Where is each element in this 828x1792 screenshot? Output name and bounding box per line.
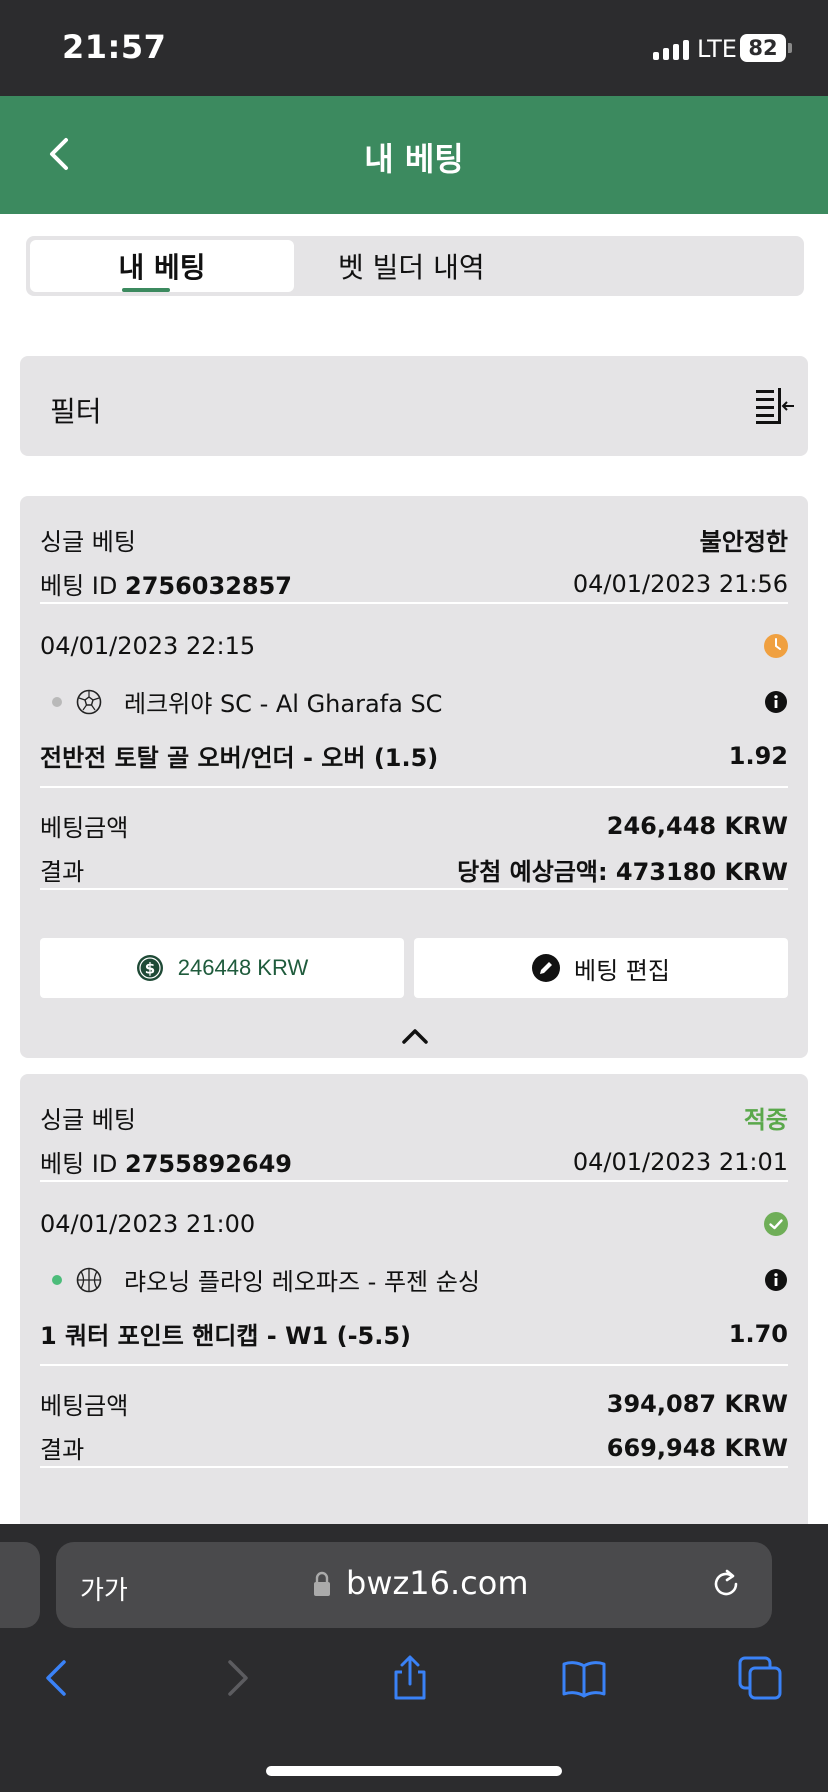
bet-id-label: 베팅 ID bbox=[40, 1150, 118, 1178]
check-circle-icon bbox=[764, 1212, 788, 1236]
filter-label: 필터 bbox=[50, 395, 102, 428]
odds: 1.70 bbox=[728, 1319, 788, 1348]
event-status-dot bbox=[52, 1274, 62, 1285]
result-value: 당첨 예상금액: 473180 KRW bbox=[457, 858, 788, 886]
bet-status: 적중 bbox=[743, 1106, 788, 1134]
filter-icon[interactable] bbox=[754, 386, 798, 426]
bet-placed-time: 04/01/2023 21:01 bbox=[572, 1147, 788, 1176]
text-size-button[interactable]: 가가 bbox=[80, 1570, 128, 1607]
divider bbox=[40, 888, 788, 890]
battery-icon: 82 bbox=[740, 34, 786, 62]
status-time: 21:57 bbox=[62, 28, 167, 66]
bet-card: 싱글 베팅 적중 베팅 ID 2755892649 04/01/2023 21:… bbox=[20, 1074, 808, 1524]
divider bbox=[40, 1364, 788, 1366]
share-icon[interactable] bbox=[386, 1654, 434, 1702]
stake-value: 246,448 KRW bbox=[606, 811, 788, 840]
reload-icon[interactable] bbox=[708, 1566, 744, 1602]
dollar-coin-icon: $ bbox=[136, 955, 163, 981]
home-indicator bbox=[266, 1766, 562, 1776]
address-bar[interactable]: 가가 bwz16.com bbox=[56, 1542, 772, 1628]
market-name: 1 쿼터 포인트 핸디캡 - W1 (-5.5) bbox=[40, 1322, 412, 1350]
forward-icon[interactable] bbox=[212, 1654, 260, 1702]
edit-bet-label: 베팅 편집 bbox=[574, 956, 670, 985]
divider bbox=[40, 1466, 788, 1468]
result-label: 결과 bbox=[40, 1436, 85, 1464]
bet-placed-time: 04/01/2023 21:56 bbox=[572, 569, 788, 598]
bookmarks-icon[interactable] bbox=[560, 1654, 608, 1702]
bet-type: 싱글 베팅 bbox=[40, 1106, 136, 1134]
divider bbox=[40, 786, 788, 788]
active-tab-indicator bbox=[122, 288, 170, 292]
network-type: LTE bbox=[697, 35, 737, 63]
event-name: 랴오닝 플라잉 레오파즈 - 푸젠 순싱 bbox=[124, 1268, 480, 1296]
bet-card: 싱글 베팅 불안정한 베팅 ID 2756032857 04/01/2023 2… bbox=[20, 496, 808, 1058]
app-header: 내 베팅 bbox=[0, 96, 828, 214]
bet-tabs: 내 베팅 벳 빌더 내역 bbox=[26, 236, 804, 296]
market-name: 전반전 토탈 골 오버/언더 - 오버 (1.5) bbox=[40, 744, 439, 772]
result-label: 결과 bbox=[40, 858, 85, 886]
tabs-icon[interactable] bbox=[736, 1654, 784, 1702]
pencil-icon bbox=[532, 954, 561, 982]
status-bar: 21:57 LTE 82 bbox=[0, 0, 828, 96]
event-name: 레크위야 SC - Al Gharafa SC bbox=[124, 690, 443, 718]
battery-tip bbox=[788, 43, 792, 53]
page-title: 내 베팅 bbox=[364, 140, 464, 178]
svg-text:$: $ bbox=[145, 960, 155, 978]
chevron-up-icon[interactable] bbox=[400, 1026, 430, 1046]
signal-icon bbox=[653, 40, 689, 60]
cashout-amount: 246448 KRW bbox=[177, 955, 309, 980]
event-time: 04/01/2023 22:15 bbox=[40, 632, 256, 660]
soccer-ball-icon bbox=[76, 689, 102, 714]
basketball-icon bbox=[76, 1267, 102, 1292]
bet-id-value: 2755892649 bbox=[125, 1150, 292, 1178]
stake-label: 베팅금액 bbox=[40, 1392, 129, 1420]
main-content[interactable]: 내 베팅 벳 빌더 내역 필터 싱글 베팅 불안정한 베팅 ID 2756032… bbox=[0, 214, 828, 1524]
stake-value: 394,087 KRW bbox=[606, 1389, 788, 1418]
result-value: 669,948 KRW bbox=[606, 1433, 788, 1462]
browser-toolbar: 가가 bwz16.com bbox=[0, 1524, 828, 1792]
divider bbox=[40, 1180, 788, 1182]
tab-my-bets[interactable]: 내 베팅 bbox=[30, 240, 294, 292]
info-icon[interactable] bbox=[764, 1268, 788, 1292]
bet-id-label: 베팅 ID bbox=[40, 572, 118, 600]
edit-bet-button[interactable]: 베팅 편집 bbox=[414, 938, 788, 998]
filter-bar[interactable]: 필터 bbox=[20, 356, 808, 456]
event-status-dot bbox=[52, 696, 62, 707]
stake-label: 베팅금액 bbox=[40, 814, 129, 842]
previous-tab-preview[interactable] bbox=[0, 1542, 40, 1628]
bet-type: 싱글 베팅 bbox=[40, 528, 136, 556]
bet-id-value: 2756032857 bbox=[125, 572, 292, 600]
tab-my-bets-label: 내 베팅 bbox=[118, 251, 206, 284]
tab-bet-builder-history[interactable]: 벳 빌더 내역 bbox=[316, 240, 516, 292]
bet-id: 베팅 ID 2756032857 bbox=[40, 566, 292, 601]
url-text: bwz16.com bbox=[346, 1564, 529, 1602]
event-time: 04/01/2023 21:00 bbox=[40, 1210, 256, 1238]
event-row[interactable]: 랴오닝 플라잉 레오파즈 - 푸젠 순싱 bbox=[40, 1262, 788, 1297]
odds: 1.92 bbox=[728, 741, 788, 770]
cashout-button[interactable]: $ 246448 KRW bbox=[40, 938, 404, 998]
tab-bet-builder-label: 벳 빌더 내역 bbox=[338, 251, 485, 284]
lock-icon bbox=[314, 1571, 330, 1596]
back-icon[interactable] bbox=[34, 1654, 82, 1702]
divider bbox=[40, 602, 788, 604]
info-icon[interactable] bbox=[764, 690, 788, 714]
event-row[interactable]: 레크위야 SC - Al Gharafa SC bbox=[40, 684, 788, 719]
bet-status: 불안정한 bbox=[699, 528, 788, 556]
pending-clock-icon bbox=[764, 634, 788, 658]
bet-id: 베팅 ID 2755892649 bbox=[40, 1144, 292, 1179]
